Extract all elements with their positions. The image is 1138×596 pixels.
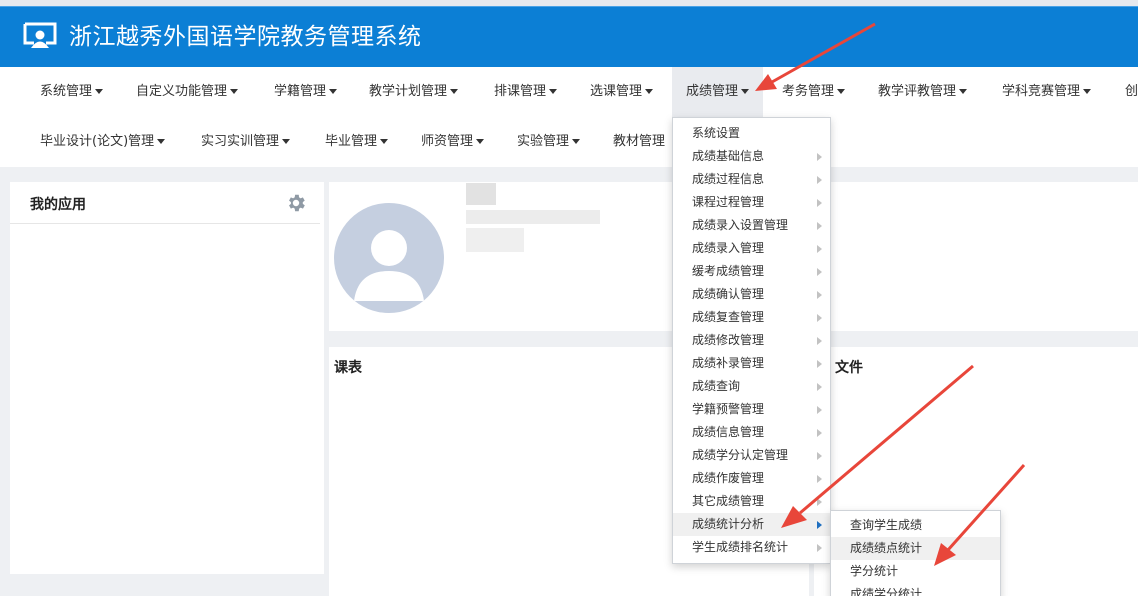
nav-item-custom-functions[interactable]: 自定义功能管理	[136, 67, 239, 117]
chevron-right-icon	[817, 452, 822, 460]
menu-item-grade-query[interactable]: 成绩查询	[673, 375, 830, 398]
menu-item-grade-confirmation[interactable]: 成绩确认管理	[673, 283, 830, 306]
menu-item-grade-void[interactable]: 成绩作废管理	[673, 467, 830, 490]
menu-item-grade-supplement[interactable]: 成绩补录管理	[673, 352, 830, 375]
nav-item-truncated[interactable]: 创	[1125, 67, 1138, 117]
nav-item-system[interactable]: 系统管理	[40, 67, 104, 117]
chevron-right-icon	[817, 314, 822, 322]
nav-item-internship[interactable]: 实习实训管理	[201, 117, 291, 167]
submenu-item-grade-credit-statistics[interactable]: 成绩学分统计	[831, 583, 1000, 596]
chevron-right-icon	[817, 222, 822, 230]
chevron-right-icon	[817, 360, 822, 368]
nav-item-graduation[interactable]: 毕业管理	[325, 117, 389, 167]
avatar	[334, 203, 444, 313]
menu-item-grade-statistics[interactable]: 成绩统计分析	[673, 513, 830, 536]
redacted-info	[466, 210, 600, 224]
nav-item-grades[interactable]: 成绩管理	[672, 67, 764, 117]
caret-down-icon	[549, 89, 558, 94]
submenu-item-credit-statistics[interactable]: 学分统计	[831, 560, 1000, 583]
menu-item-grade-info[interactable]: 成绩信息管理	[673, 421, 830, 444]
caret-down-icon	[95, 89, 104, 94]
menu-item-grade-basic-info[interactable]: 成绩基础信息	[673, 145, 830, 168]
chevron-right-icon	[817, 429, 822, 437]
caret-down-icon	[157, 139, 166, 144]
nav-item-exams[interactable]: 考务管理	[782, 67, 846, 117]
nav-item-lab[interactable]: 实验管理	[517, 117, 581, 167]
nav-item-teaching-plan[interactable]: 教学计划管理	[369, 67, 459, 117]
chevron-right-icon	[817, 153, 822, 161]
menu-item-academic-warning[interactable]: 学籍预警管理	[673, 398, 830, 421]
grade-statistics-submenu: 查询学生成绩 成绩绩点统计 学分统计 成绩学分统计	[830, 510, 1001, 596]
menu-item-grade-entry[interactable]: 成绩录入管理	[673, 237, 830, 260]
menu-item-grade-review[interactable]: 成绩复查管理	[673, 306, 830, 329]
caret-down-icon	[476, 139, 485, 144]
grades-dropdown-menu: 系统设置 成绩基础信息 成绩过程信息 课程过程管理 成绩录入设置管理 成绩录入管…	[672, 117, 831, 564]
my-apps-title: 我的应用	[30, 197, 86, 213]
schedule-title: 课表	[334, 360, 362, 376]
menu-item-course-process[interactable]: 课程过程管理	[673, 191, 830, 214]
caret-down-icon	[380, 139, 389, 144]
menu-item-credit-recognition[interactable]: 成绩学分认定管理	[673, 444, 830, 467]
files-title: 文件	[835, 360, 863, 376]
caret-down-icon	[741, 89, 750, 94]
caret-down-icon	[645, 89, 654, 94]
redacted-name	[466, 183, 496, 205]
nav-item-faculty[interactable]: 师资管理	[421, 117, 485, 167]
menu-item-deferred-exam-grades[interactable]: 缓考成绩管理	[673, 260, 830, 283]
redacted-info	[466, 228, 524, 252]
chevron-right-icon	[817, 337, 822, 345]
menu-item-grade-entry-settings[interactable]: 成绩录入设置管理	[673, 214, 830, 237]
caret-down-icon	[230, 89, 239, 94]
caret-down-icon	[329, 89, 338, 94]
submenu-item-gpa-statistics[interactable]: 成绩绩点统计	[831, 537, 1000, 560]
gear-icon[interactable]	[285, 192, 307, 214]
my-apps-panel	[10, 182, 324, 574]
panel-divider	[10, 223, 320, 224]
menu-item-other-grades[interactable]: 其它成绩管理	[673, 490, 830, 513]
chevron-right-icon	[817, 176, 822, 184]
caret-down-icon	[450, 89, 459, 94]
menu-item-system-settings[interactable]: 系统设置	[673, 122, 830, 145]
chevron-right-icon	[817, 498, 822, 506]
chevron-right-icon	[817, 406, 822, 414]
chevron-right-icon	[817, 245, 822, 253]
chevron-right-icon	[817, 268, 822, 276]
menu-item-grade-modification[interactable]: 成绩修改管理	[673, 329, 830, 352]
caret-down-icon	[572, 139, 581, 144]
app-header: 浙江越秀外国语学院教务管理系统	[0, 6, 1138, 67]
nav-item-scheduling[interactable]: 排课管理	[494, 67, 558, 117]
chevron-right-icon	[817, 521, 822, 529]
logo-icon	[23, 22, 57, 48]
chevron-right-icon	[817, 199, 822, 207]
chevron-right-icon	[817, 544, 822, 552]
caret-down-icon	[959, 89, 968, 94]
nav-item-textbooks[interactable]: 教材管理	[613, 117, 665, 167]
chevron-right-icon	[817, 475, 822, 483]
nav-item-course-selection[interactable]: 选课管理	[590, 67, 654, 117]
menu-item-student-ranking[interactable]: 学生成绩排名统计	[673, 536, 830, 559]
user-placeholder-icon	[354, 230, 424, 301]
nav-item-teaching-evaluation[interactable]: 教学评教管理	[878, 67, 968, 117]
caret-down-icon	[1083, 89, 1092, 94]
chevron-right-icon	[817, 383, 822, 391]
main-nav: 系统管理 自定义功能管理 学籍管理 教学计划管理 排课管理 选课管理 成绩管理 …	[0, 67, 1138, 167]
nav-item-graduation-thesis[interactable]: 毕业设计(论文)管理	[40, 117, 166, 167]
nav-item-student-status[interactable]: 学籍管理	[274, 67, 338, 117]
app-title: 浙江越秀外国语学院教务管理系统	[69, 24, 422, 50]
submenu-item-query-student-grades[interactable]: 查询学生成绩	[831, 514, 1000, 537]
menu-item-grade-process-info[interactable]: 成绩过程信息	[673, 168, 830, 191]
chevron-right-icon	[817, 291, 822, 299]
caret-down-icon	[282, 139, 291, 144]
nav-item-competitions[interactable]: 学科竞赛管理	[1002, 67, 1092, 117]
caret-down-icon	[837, 89, 846, 94]
